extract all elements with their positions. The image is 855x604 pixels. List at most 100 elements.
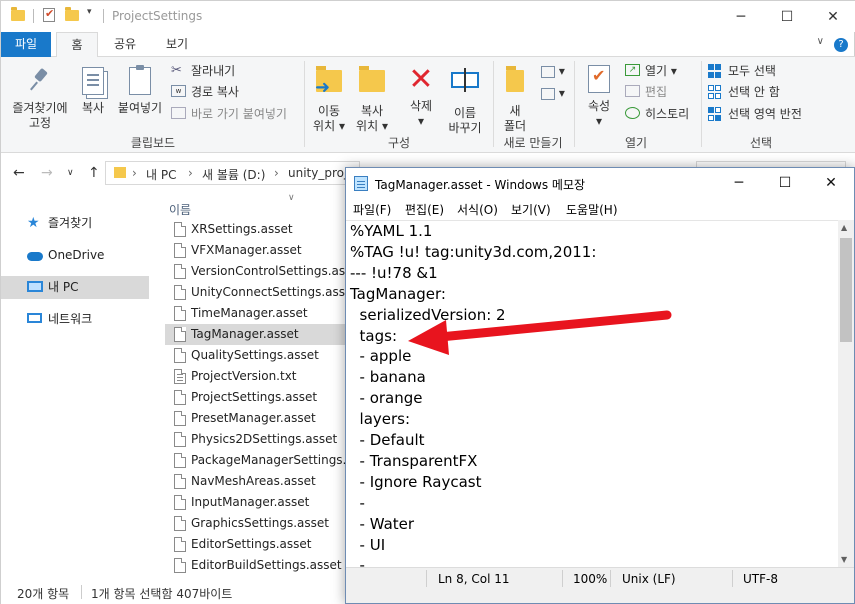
file-row[interactable]: EditorSettings.asset (165, 534, 345, 555)
help-icon[interactable]: ? (834, 38, 848, 52)
file-row[interactable]: ProjectVersion.txt (165, 366, 345, 387)
file-row[interactable]: GraphicsSettings.asset (165, 513, 345, 534)
computer-icon (27, 281, 43, 294)
file-name: EditorBuildSettings.asset (191, 558, 342, 572)
ribbon-group-divider (574, 61, 575, 147)
copy-to-button[interactable]: 복사 위치 ▾ (352, 65, 392, 134)
open-icon: ↗ (625, 64, 640, 76)
breadcrumb-this-pc[interactable]: 내 PC (146, 166, 176, 183)
tab-share[interactable]: 공유 (105, 32, 145, 57)
file-row[interactable]: TagManager.asset (165, 324, 345, 345)
breadcrumb-drive[interactable]: 새 볼륨 (D:) (202, 166, 265, 183)
open-button[interactable]: ↗ 열기 ▾ (625, 62, 677, 80)
horizontal-scrollbar[interactable] (346, 589, 854, 603)
notepad-close-button[interactable]: ✕ (808, 168, 854, 198)
file-icon (174, 243, 186, 258)
file-row[interactable]: QualitySettings.asset (165, 345, 345, 366)
file-row[interactable]: NavMeshAreas.asset (165, 471, 345, 492)
sidebar-item-network[interactable]: 네트워크 (1, 308, 149, 331)
delete-button[interactable]: ✕ 삭제 ▾ (401, 65, 441, 129)
breadcrumb-separator-icon[interactable]: › (132, 166, 137, 180)
file-name: TimeManager.asset (191, 306, 308, 320)
file-row[interactable]: EditorBuildSettings.asset (165, 555, 345, 576)
status-divider (562, 570, 563, 587)
titlebar-divider (33, 9, 34, 23)
file-row[interactable]: PresetManager.asset (165, 408, 345, 429)
scroll-down-icon[interactable]: ▼ (841, 555, 847, 564)
address-bar[interactable]: › 내 PC › 새 볼륨 (D:) › unity_proje (105, 161, 360, 185)
tab-file[interactable]: 파일 (1, 32, 51, 57)
edit-button[interactable]: 편집 (625, 83, 667, 101)
scroll-up-icon[interactable]: ▲ (841, 223, 847, 232)
cut-button[interactable]: ✂ 잘라내기 (171, 62, 235, 80)
back-arrow-icon[interactable]: ← (13, 165, 25, 181)
file-row[interactable]: VFXManager.asset (165, 240, 345, 261)
forward-arrow-icon[interactable]: → (41, 165, 53, 181)
delete-dropdown-icon[interactable]: ▾ (401, 114, 441, 129)
file-name: NavMeshAreas.asset (191, 474, 316, 488)
breadcrumb-separator-icon[interactable]: › (188, 166, 193, 180)
select-none-button[interactable]: 선택 안 함 (708, 83, 780, 101)
menu-format[interactable]: 서식(O) (457, 201, 498, 218)
selection-info: 1개 항목 선택함 407바이트 (91, 587, 233, 601)
menu-help[interactable]: 도움말(H) (566, 201, 618, 218)
properties-dropdown-icon[interactable]: ▾ (580, 114, 618, 129)
delete-icon: ✕ (408, 62, 434, 97)
paste-button[interactable]: 붙여넣기 (114, 65, 166, 116)
copy-path-button[interactable]: w 경로 복사 (171, 83, 239, 101)
new-folder-label-1: 새 (509, 104, 521, 118)
maximize-button[interactable]: ☐ (764, 1, 810, 32)
notepad-minimize-button[interactable]: ─ (716, 168, 762, 198)
easy-access-button[interactable]: ▾ (541, 84, 565, 102)
notepad-text-area[interactable]: %YAML 1.1 %TAG !u! tag:unity3d.com,2011: -… (346, 220, 838, 567)
new-folder-quick-icon[interactable] (65, 7, 79, 22)
invert-selection-label: 선택 영역 반전 (728, 107, 802, 121)
menu-edit[interactable]: 편집(E) (405, 201, 444, 218)
titlebar-divider (103, 9, 104, 23)
file-name: ProjectVersion.txt (191, 369, 297, 383)
file-row[interactable]: ProjectSettings.asset (165, 387, 345, 408)
history-button[interactable]: 히스토리 (625, 105, 689, 123)
invert-selection-button[interactable]: 선택 영역 반전 (708, 105, 802, 123)
quick-access-dropdown-icon[interactable]: ▾ (87, 7, 101, 21)
sidebar-item-quick-access[interactable]: ★ 즐겨찾기 (1, 212, 149, 235)
easy-access-icon (541, 87, 555, 100)
sort-caret-icon[interactable]: ∨ (288, 193, 295, 203)
properties-quick-icon[interactable] (43, 7, 57, 22)
select-all-button[interactable]: 모두 선택 (708, 62, 776, 80)
file-row[interactable]: PackageManagerSettings.asse (165, 450, 345, 471)
file-row[interactable]: UnityConnectSettings.asset (165, 282, 345, 303)
close-button[interactable]: ✕ (810, 1, 855, 32)
file-row[interactable]: VersionControlSettings.asset (165, 261, 345, 282)
new-item-button[interactable]: ▾ (541, 62, 565, 80)
up-arrow-icon[interactable]: ↑ (88, 165, 100, 181)
move-to-button[interactable]: ➜ 이동 위치 ▾ (309, 65, 349, 134)
paste-shortcut-button[interactable]: 바로 가기 붙여넣기 (171, 105, 287, 123)
copy-button[interactable]: 복사 (75, 67, 111, 116)
collapse-ribbon-icon[interactable]: ∨ (817, 36, 824, 47)
minimize-button[interactable]: ─ (718, 1, 764, 32)
recent-locations-icon[interactable]: ∨ (67, 168, 74, 178)
new-folder-button[interactable]: 새 폴더 (499, 65, 531, 134)
column-header-name[interactable]: 이름 (169, 201, 191, 218)
file-row[interactable]: TimeManager.asset (165, 303, 345, 324)
open-group-label: 열기 (624, 136, 648, 150)
history-label: 히스토리 (645, 107, 690, 121)
menu-view[interactable]: 보기(V) (511, 201, 551, 218)
pin-to-quick-access-button[interactable]: 즐겨찾기에 고정 (7, 67, 73, 131)
breadcrumb-separator-icon[interactable]: › (274, 166, 279, 180)
file-row[interactable]: XRSettings.asset (165, 219, 345, 240)
vertical-scrollbar[interactable]: ▲ ▼ (838, 220, 854, 567)
rename-button[interactable]: 이름 바꾸기 (442, 65, 488, 136)
notepad-maximize-button[interactable]: ☐ (762, 168, 808, 198)
file-row[interactable]: Physics2DSettings.asset (165, 429, 345, 450)
menu-file[interactable]: 파일(F) (353, 201, 391, 218)
file-row[interactable]: InputManager.asset (165, 492, 345, 513)
sidebar-item-onedrive[interactable]: OneDrive (1, 244, 149, 267)
scrollbar-thumb[interactable] (840, 238, 852, 342)
properties-button[interactable]: 속성 ▾ (580, 65, 618, 129)
tab-view[interactable]: 보기 (157, 32, 197, 57)
sidebar-item-this-pc[interactable]: 내 PC (1, 276, 149, 299)
tab-home[interactable]: 홈 (56, 32, 98, 58)
history-icon (625, 107, 640, 119)
